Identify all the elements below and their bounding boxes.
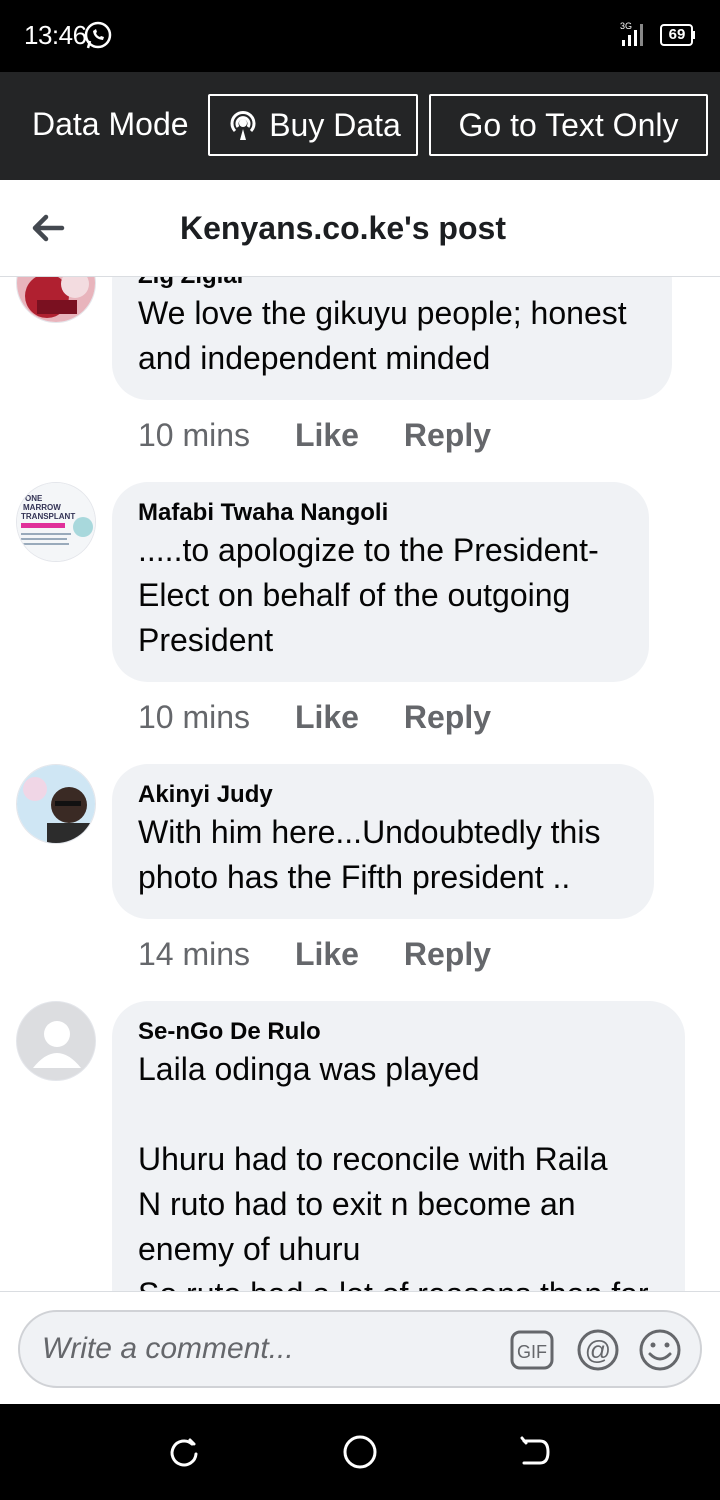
- comment-bubble[interactable]: Mafabi Twaha Nangoli .....to apologize t…: [112, 482, 649, 682]
- battery-level: 69: [668, 26, 686, 43]
- like-button[interactable]: Like: [295, 936, 359, 972]
- signal-icon: 3G: [620, 21, 643, 46]
- comment-time: 10 mins: [138, 699, 251, 735]
- reply-button[interactable]: Reply: [404, 936, 491, 972]
- commenter-avatar[interactable]: [16, 764, 96, 844]
- whatsapp-icon: [84, 21, 112, 49]
- gif-icon[interactable]: GIF: [510, 1330, 554, 1370]
- comment-text: We love the gikuyu people; honest and in…: [138, 295, 636, 376]
- recent-apps-icon[interactable]: [168, 1436, 200, 1468]
- reply-button[interactable]: Reply: [404, 699, 491, 735]
- back-nav-icon[interactable]: [518, 1436, 552, 1468]
- like-button[interactable]: Like: [295, 417, 359, 453]
- commenter-avatar[interactable]: ONE MARROW TRANSPLANT: [16, 482, 96, 562]
- data-mode-bar: Data Mode Buy Data Go to Text Only: [0, 72, 720, 180]
- comment-time: 14 mins: [138, 936, 251, 972]
- comment-bubble[interactable]: Se-nGo De Rulo Laila odinga was played U…: [112, 1001, 685, 1291]
- comment-list: Zig Zigiai We love the gikuyu people; ho…: [0, 277, 720, 1291]
- comment-author[interactable]: Se-nGo De Rulo: [138, 1017, 659, 1047]
- text-only-button[interactable]: Go to Text Only: [429, 94, 708, 156]
- comment-text: .....to apologize to the President-Elect…: [138, 532, 599, 658]
- reply-button[interactable]: Reply: [404, 417, 491, 453]
- comment-text: With him here...Undoubtedly this photo h…: [138, 814, 610, 895]
- comment-meta: 10 mins Like Reply: [138, 417, 527, 454]
- text-only-label: Go to Text Only: [458, 107, 679, 143]
- comment-input[interactable]: Write a comment... GIF @: [18, 1310, 702, 1388]
- broadcast-icon: [230, 110, 256, 140]
- gif-label: GIF: [517, 1342, 547, 1362]
- avatar-photo: [17, 765, 95, 843]
- comment-bubble[interactable]: Akinyi Judy With him here...Undoubtedly …: [112, 764, 654, 919]
- avatar-line-2: MARROW: [23, 503, 61, 512]
- comment-author[interactable]: Zig Zigiai: [138, 277, 646, 291]
- network-type: 3G: [620, 21, 632, 31]
- avatar-photo: [17, 277, 95, 322]
- system-nav-bar: [0, 1404, 720, 1500]
- emoji-icon[interactable]: [638, 1328, 682, 1372]
- buy-data-label: Buy Data: [269, 107, 401, 143]
- comment-author[interactable]: Akinyi Judy: [138, 780, 628, 810]
- comment-placeholder: Write a comment...: [42, 1332, 294, 1365]
- status-bar: 13:46 3G 69: [0, 0, 720, 72]
- comment-bubble[interactable]: Zig Zigiai We love the gikuyu people; ho…: [112, 277, 672, 400]
- like-button[interactable]: Like: [295, 699, 359, 735]
- avatar-line-1: ONE: [25, 494, 43, 503]
- commenter-avatar[interactable]: [16, 1001, 96, 1081]
- post-header: Kenyans.co.ke's post: [0, 180, 720, 277]
- svg-text:@: @: [585, 1335, 611, 1365]
- comment-meta: 10 mins Like Reply: [138, 699, 527, 736]
- commenter-avatar[interactable]: [16, 277, 96, 323]
- data-mode-label: Data Mode: [32, 106, 189, 142]
- comment-text: Laila odinga was played Uhuru had to rec…: [138, 1051, 649, 1291]
- home-icon[interactable]: [342, 1434, 378, 1470]
- comment-meta: 14 mins Like Reply: [138, 936, 527, 973]
- comment-time: 10 mins: [138, 417, 251, 453]
- mention-icon[interactable]: @: [576, 1328, 620, 1372]
- comment-composer: Write a comment... GIF @: [0, 1291, 720, 1405]
- comment-author[interactable]: Mafabi Twaha Nangoli: [138, 498, 623, 528]
- default-avatar-icon: [17, 1002, 95, 1080]
- page-title: Kenyans.co.ke's post: [180, 210, 506, 246]
- avatar-line-3: TRANSPLANT: [21, 512, 75, 521]
- status-time: 13:46: [24, 20, 87, 50]
- buy-data-button[interactable]: Buy Data: [208, 94, 418, 156]
- avatar-poster: ONE MARROW TRANSPLANT: [17, 483, 95, 561]
